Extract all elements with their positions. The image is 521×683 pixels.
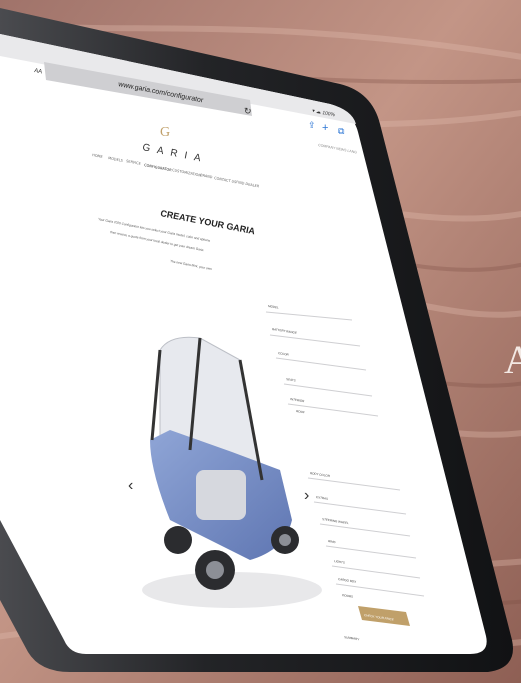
garia-logo-mark[interactable]: G [160,125,170,140]
reload-icon[interactable]: ↻ [244,106,252,116]
next-car-arrow[interactable]: › [304,487,309,504]
side-letter: A [504,337,521,382]
prev-car-arrow[interactable]: ‹ [128,477,133,494]
share-icon[interactable]: ⇪ [308,120,316,130]
scene: AA www.garia.com/configurator ↻ ▾ ☁ 100%… [0,0,521,683]
new-tab-icon[interactable]: + [322,122,328,134]
tabs-icon[interactable]: ⧉ [338,126,345,136]
